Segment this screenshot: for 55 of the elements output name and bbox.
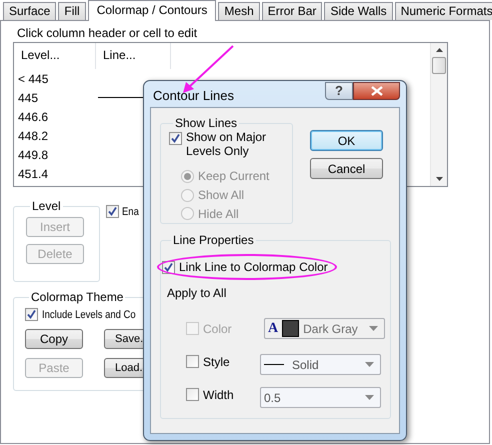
checkbox[interactable] <box>169 132 182 145</box>
help-button[interactable]: ? <box>325 82 353 100</box>
column-header[interactable]: Line... <box>96 43 171 69</box>
checkbox-label: Width <box>203 388 234 402</box>
dropdown-caret-icon <box>369 326 378 331</box>
column-header[interactable]: Level... <box>14 43 96 69</box>
dialog-button[interactable]: OK <box>310 130 383 151</box>
hint-text: Click column header or cell to edit <box>17 25 198 42</box>
scroll-thumb[interactable] <box>432 57 446 74</box>
group-title: Line Properties <box>172 233 255 247</box>
checkbox-label: Ena <box>122 206 139 218</box>
font-color-icon: A <box>268 320 278 336</box>
dropdown[interactable]: 0.5 <box>260 387 381 408</box>
group-title: Level <box>31 199 62 213</box>
group-title: Colormap Theme <box>30 290 124 304</box>
scroll-down-icon[interactable] <box>436 177 442 181</box>
group-title: Show Lines <box>174 116 238 130</box>
tab[interactable]: Colormap / Contours <box>88 0 216 21</box>
checkbox[interactable] <box>186 388 199 401</box>
radio-label: Keep Current <box>198 169 270 184</box>
scroll-up-icon[interactable] <box>436 48 442 52</box>
scrollbar[interactable] <box>430 43 447 186</box>
checkbox-label: Color <box>203 322 232 336</box>
table-cell[interactable]: 448.2 <box>14 128 96 142</box>
radio-label: Show All <box>198 188 244 202</box>
table-cell[interactable]: 445 <box>14 90 96 104</box>
dropdown-caret-icon <box>365 362 374 367</box>
close-icon <box>370 86 382 96</box>
tab[interactable]: Error Bar <box>262 2 322 20</box>
tab[interactable]: Surface <box>3 2 56 20</box>
line-sample-icon <box>264 364 284 365</box>
tab[interactable]: Mesh <box>218 2 260 20</box>
section-label: Apply to All <box>167 286 228 300</box>
checkbox-label: Show on Major Levels Only <box>186 130 268 158</box>
table-cell[interactable]: < 445 <box>14 72 96 86</box>
checkbox-label: Style <box>203 354 230 368</box>
checkbox[interactable] <box>162 260 175 274</box>
radio-label: Hide All <box>198 206 239 221</box>
checkbox[interactable] <box>25 308 38 321</box>
table-cell[interactable]: 449.8 <box>14 148 96 162</box>
checkbox-label: Include Levels and Co <box>42 308 136 320</box>
dropdown-caret-icon <box>365 395 374 400</box>
theme-button[interactable]: Copy <box>25 329 83 349</box>
table-cell[interactable]: 446.6 <box>14 110 96 124</box>
tab[interactable]: Side Walls <box>324 2 393 20</box>
checkbox[interactable] <box>186 355 199 368</box>
checkbox[interactable] <box>106 205 119 218</box>
dialog-button[interactable]: Cancel <box>310 158 383 179</box>
tab[interactable]: Numeric Formats <box>394 2 492 20</box>
close-button[interactable] <box>353 82 400 100</box>
table-cell[interactable]: 451.4 <box>14 166 96 180</box>
dropdown[interactable]: Solid <box>260 354 381 375</box>
tab[interactable]: Fill <box>58 2 86 20</box>
checkbox-label: Link Line to Colormap Color <box>179 260 328 274</box>
window-title: Contour Lines <box>153 88 235 102</box>
